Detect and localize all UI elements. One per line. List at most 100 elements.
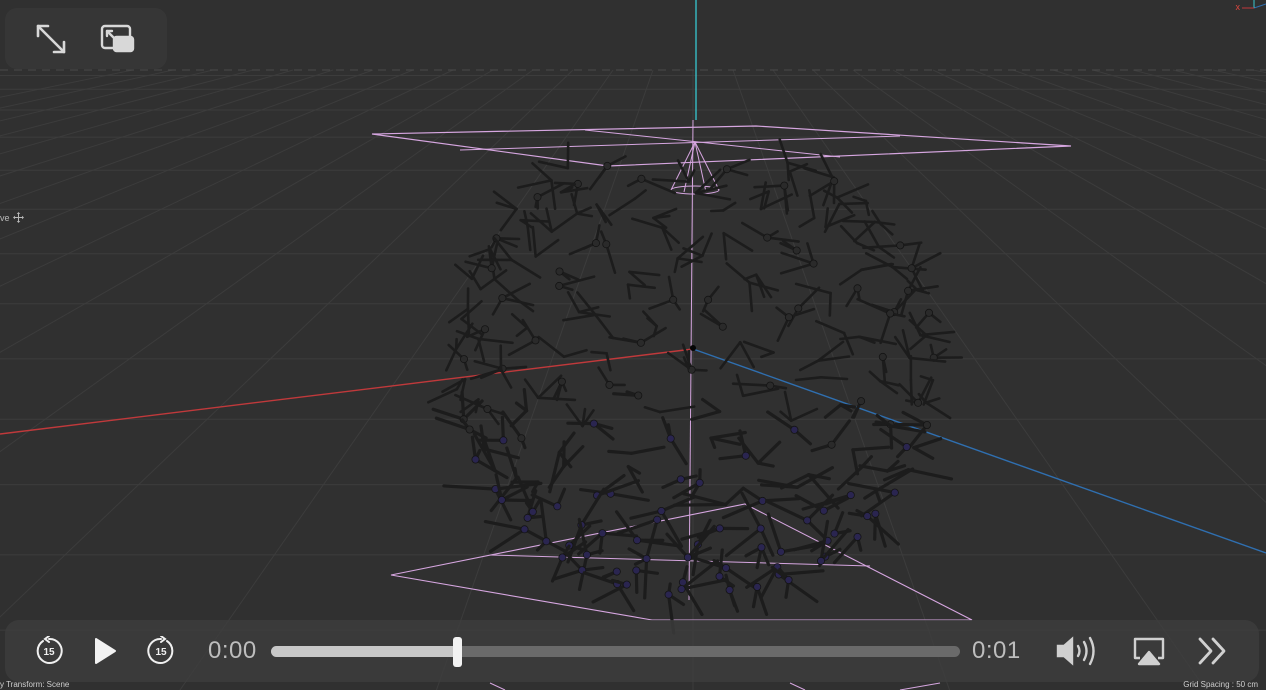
play-button[interactable]: [87, 620, 123, 682]
sphere-strut: [819, 152, 836, 183]
sphere-node: [914, 398, 923, 407]
sphere-node: [498, 294, 507, 303]
video-player: x ve 15 15 0:00 0:01 y Transform: Scene …: [0, 0, 1266, 690]
sphere-strut: [483, 519, 527, 531]
sphere-node: [830, 529, 839, 538]
sphere-strut: [590, 350, 608, 355]
fullscreen-button[interactable]: [31, 20, 71, 58]
airplay-button[interactable]: [1129, 620, 1169, 682]
sphere-node: [923, 420, 932, 429]
picture-in-picture-icon: [100, 24, 135, 53]
skip-back-15-button[interactable]: 15: [30, 620, 68, 682]
grid-line: [0, 69, 414, 240]
sphere-strut: [731, 382, 772, 387]
sphere-node: [907, 264, 916, 273]
sphere-strut: [608, 492, 650, 502]
speaker-volume-icon: [1056, 636, 1095, 666]
sphere-node: [827, 440, 836, 449]
play-icon: [95, 638, 116, 664]
sphere-node: [695, 478, 704, 487]
sphere-node: [632, 566, 641, 575]
sphere-strut: [537, 160, 570, 170]
window-controls: [5, 8, 167, 69]
sphere-strut: [509, 409, 529, 428]
sphere-strut: [442, 484, 497, 491]
skip-back-label: 15: [43, 646, 55, 658]
skip-forward-15-button[interactable]: 15: [142, 620, 180, 682]
more-controls-button[interactable]: [1193, 620, 1233, 682]
sphere-strut: [548, 450, 561, 494]
sphere-strut: [690, 409, 722, 421]
sphere-strut: [676, 159, 691, 183]
sphere-strut: [814, 319, 846, 335]
sphere-strut: [510, 258, 542, 279]
sphere-strut: [477, 337, 514, 345]
sphere-node: [857, 397, 866, 406]
emitter-plane-midline: [459, 135, 901, 151]
grid-line: [972, 69, 1266, 191]
sphere-strut: [562, 313, 597, 322]
grid-line: [0, 69, 254, 137]
sphere-strut: [473, 359, 504, 371]
sphere-node: [863, 512, 872, 521]
sphere-strut: [643, 557, 649, 600]
sphere-strut: [858, 464, 890, 473]
picture-in-picture-button[interactable]: [97, 20, 137, 58]
sphere-strut: [633, 189, 647, 200]
volume-button[interactable]: [1055, 620, 1103, 682]
sphere-strut: [460, 390, 466, 421]
3d-viewport[interactable]: [0, 0, 1266, 690]
sphere-node: [480, 325, 489, 334]
sphere-strut: [906, 468, 954, 481]
sphere-strut: [740, 221, 769, 239]
sphere-node: [853, 532, 862, 541]
sphere-strut: [605, 351, 612, 372]
x-axis-line: [0, 348, 694, 435]
sphere-strut: [669, 437, 688, 466]
sphere-node: [612, 567, 621, 576]
sphere-node: [459, 355, 468, 364]
grid-line: [0, 69, 574, 618]
sphere-node: [528, 507, 537, 516]
sphere-strut: [879, 428, 909, 449]
playback-scrubber[interactable]: [271, 637, 960, 667]
sphere-node: [605, 380, 614, 389]
sphere-strut: [519, 218, 550, 223]
sphere-strut: [860, 262, 893, 272]
sphere-strut: [837, 201, 870, 206]
sphere-node: [636, 338, 645, 347]
sphere-node: [830, 177, 839, 186]
sphere-strut: [626, 283, 657, 290]
sphere-node: [657, 506, 666, 515]
sphere-node: [715, 524, 724, 533]
sphere-node: [763, 233, 772, 242]
viewport-mode-label: ve: [0, 212, 24, 223]
skip-forward-label: 15: [155, 646, 167, 658]
sphere-node: [517, 434, 526, 443]
sphere-strut: [741, 387, 780, 398]
sphere-node: [683, 553, 692, 562]
sphere-node: [633, 536, 642, 545]
expand-arrows-icon: [36, 24, 66, 54]
z-axis-line: [692, 348, 1266, 554]
sphere-node: [666, 434, 675, 443]
sphere-strut: [550, 212, 579, 233]
emitter-plane-midline: [584, 129, 841, 158]
sphere-node: [776, 547, 785, 556]
sphere-strut: [562, 348, 588, 359]
sphere-strut: [626, 283, 632, 300]
sphere-node: [557, 377, 566, 386]
emitter-plane-outline: [371, 125, 1072, 167]
scrubber-handle[interactable]: [453, 637, 463, 667]
sphere-strut: [819, 375, 849, 381]
grid-line: [0, 69, 454, 287]
sphere-strut: [823, 403, 843, 419]
sphere-node: [664, 590, 673, 599]
sphere-node: [853, 284, 862, 293]
sphere-node: [497, 495, 506, 504]
sphere-node: [483, 404, 492, 413]
sphere-node: [790, 425, 799, 434]
sphere-strut: [709, 436, 742, 446]
current-time: 0:00: [208, 637, 257, 664]
sphere-strut: [604, 242, 617, 275]
